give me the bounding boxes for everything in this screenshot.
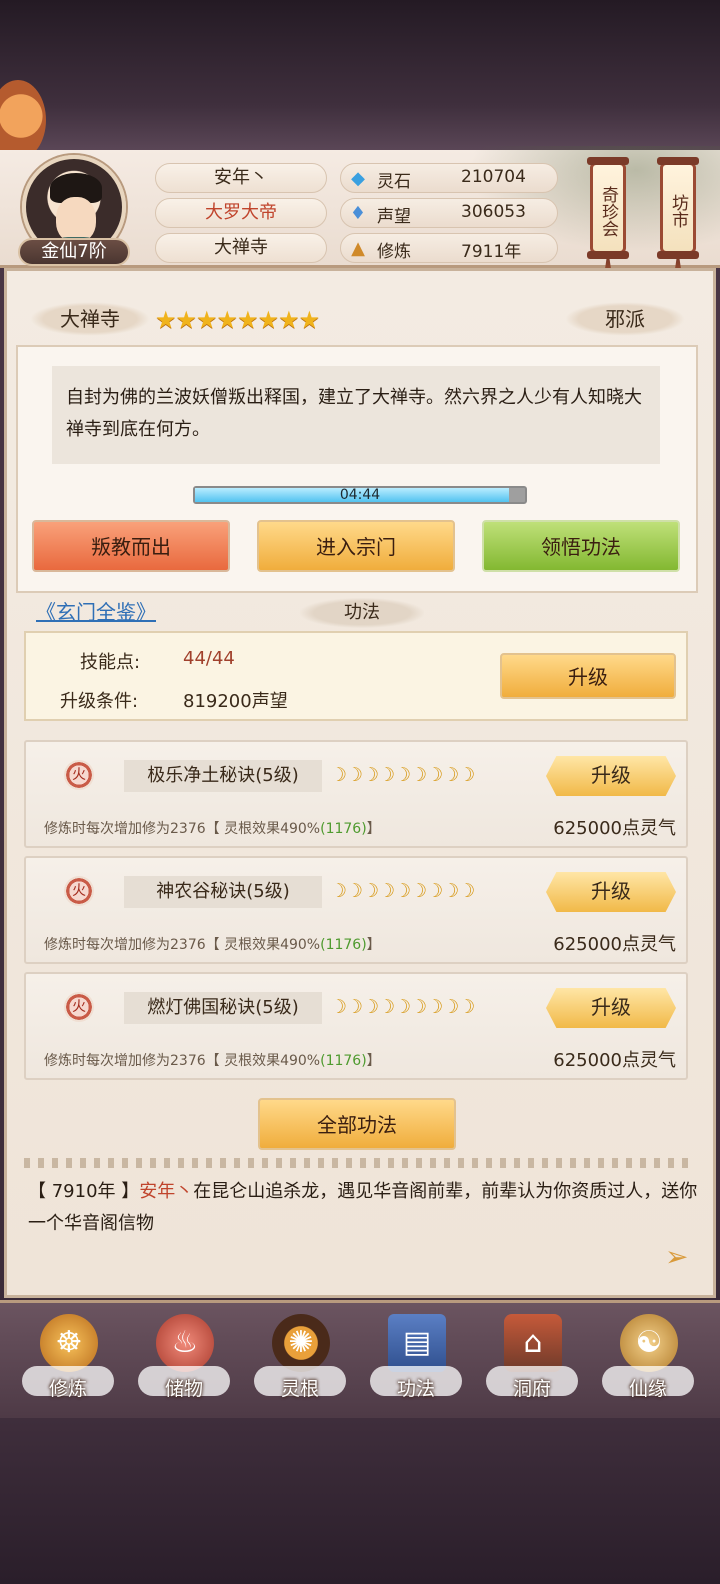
- gongfa-section-title: 功法: [300, 598, 424, 628]
- stat-fame: ♦ 声望 306053: [340, 198, 558, 228]
- technique-cost: 625000点灵气: [553, 818, 676, 839]
- nav-label: 功法: [396, 1378, 435, 1400]
- note-text: 修炼时每次增加修为2376【 灵根效果490%: [44, 821, 321, 837]
- nav-label: 灵根: [280, 1378, 319, 1400]
- stat-label: 修炼: [377, 242, 411, 262]
- log-player-name: 安年丶: [139, 1181, 194, 1202]
- fire-element-icon: 火: [64, 760, 94, 790]
- bag-icon: ♨: [156, 1314, 214, 1372]
- nav-label: 仙缘: [628, 1378, 667, 1400]
- technique-upgrade-button[interactable]: 升级: [546, 872, 676, 912]
- stat-value: 210704: [461, 167, 526, 187]
- event-log: 【 7910年 】安年丶在昆仑山追杀龙，遇见华音阁前辈，前辈认为你资质过人，送你…: [28, 1176, 700, 1240]
- nav-cave-abode[interactable]: ⌂ 洞府: [482, 1308, 582, 1416]
- nav-storage[interactable]: ♨ 储物: [134, 1308, 234, 1416]
- fame-crystal-icon: ♦: [349, 203, 367, 224]
- technique-level-moons: ☽☽☽☽☽☽☽☽☽: [330, 996, 475, 1018]
- upgrade-condition-value: 819200声望: [183, 691, 288, 712]
- nav-techniques[interactable]: ▤ 功法: [366, 1308, 466, 1416]
- xuanmen-encyclopedia-link[interactable]: 《玄门全鉴》: [36, 596, 156, 625]
- technique-level-moons: ☽☽☽☽☽☽☽☽☽: [330, 880, 475, 902]
- learn-technique-button[interactable]: 领悟功法: [482, 520, 680, 572]
- technique-upgrade-button[interactable]: 升级: [546, 988, 676, 1028]
- note-bonus: (1176): [320, 821, 367, 837]
- top-background: [0, 0, 720, 150]
- stat-label: 声望: [377, 207, 411, 227]
- fire-element-icon: 火: [64, 992, 94, 1022]
- skill-points-value: 44/44: [183, 648, 235, 669]
- book-icon: ▤: [388, 1314, 446, 1372]
- technique-effect-note: 修炼时每次增加修为2376【 灵根效果490%(1176)】: [44, 1050, 381, 1070]
- sect-alignment-tag: 邪派: [565, 302, 685, 336]
- technique-name: 极乐净土秘诀(5级): [124, 760, 322, 792]
- nav-cultivate[interactable]: ☸ 修炼: [18, 1308, 118, 1416]
- technique-effect-note: 修炼时每次增加修为2376【 灵根效果490%(1176)】: [44, 818, 381, 838]
- log-year: 【 7910年 】: [28, 1181, 140, 1202]
- bottom-background: [0, 1418, 720, 1584]
- market-button[interactable]: 坊市: [657, 157, 699, 259]
- stat-value: 306053: [461, 202, 526, 222]
- enter-sect-button[interactable]: 进入宗门: [257, 520, 455, 572]
- player-name: 安年丶: [155, 163, 327, 193]
- note-text: 修炼时每次增加修为2376【 灵根效果490%: [44, 937, 321, 953]
- sect-name-tag: 大禅寺: [30, 302, 150, 336]
- player-sect: 大禅寺: [155, 233, 327, 263]
- technique-level-moons: ☽☽☽☽☽☽☽☽☽: [330, 764, 475, 786]
- stat-cultivation: ▲ 修炼 7911年: [340, 233, 558, 263]
- treasure-fair-button[interactable]: 奇珍会: [587, 157, 629, 259]
- player-title: 大罗大帝: [155, 198, 327, 228]
- progress-timer-text: 04:44: [339, 487, 381, 503]
- cave-icon: ⌂: [504, 1314, 562, 1372]
- technique-upgrade-button[interactable]: 升级: [546, 756, 676, 796]
- technique-cost: 625000点灵气: [553, 934, 676, 955]
- sect-timer-progress: 04:44: [193, 486, 527, 504]
- sect-stars: ★★★★★★★★: [155, 306, 320, 334]
- nav-label: 储物: [164, 1378, 203, 1400]
- technique-cost: 625000点灵气: [553, 1050, 676, 1071]
- technique-card: 火 神农谷秘诀(5级) ☽☽☽☽☽☽☽☽☽ 升级 修炼时每次增加修为2376【 …: [24, 856, 688, 964]
- leave-sect-button[interactable]: 叛教而出: [32, 520, 230, 572]
- skill-points-label: 技能点:: [80, 652, 141, 673]
- spirit-stone-icon: ◆: [351, 168, 365, 189]
- rank-badge: 金仙7阶: [18, 238, 130, 266]
- upgrade-condition-label: 升级条件:: [60, 691, 139, 712]
- sect-description: 自封为佛的兰波妖僧叛出释国，建立了大禅寺。然六界之人少有人知晓大禅寺到底在何方。: [52, 366, 660, 464]
- note-end: 】: [366, 821, 381, 837]
- technique-effect-note: 修炼时每次增加修为2376【 灵根效果490%(1176)】: [44, 934, 381, 954]
- fire-element-icon: 火: [64, 876, 94, 906]
- nav-fate[interactable]: ☯ 仙缘: [598, 1308, 698, 1416]
- cultivate-icon: ▲: [351, 238, 365, 259]
- spirit-root-icon: ✺: [272, 1314, 330, 1372]
- technique-name: 神农谷秘诀(5级): [124, 876, 322, 908]
- note-bonus: (1176): [320, 1053, 367, 1069]
- ornament-divider: [24, 1158, 696, 1168]
- skill-points-upgrade-button[interactable]: 升级: [500, 653, 676, 699]
- meditate-icon: ☸: [40, 1314, 98, 1372]
- note-end: 】: [366, 1053, 381, 1069]
- log-next-arrow-icon[interactable]: ➢: [665, 1240, 695, 1276]
- nav-label: 修炼: [48, 1378, 87, 1400]
- nav-label: 洞府: [512, 1378, 551, 1400]
- stat-value: 7911年: [461, 242, 522, 262]
- note-end: 】: [366, 937, 381, 953]
- technique-card: 火 极乐净土秘诀(5级) ☽☽☽☽☽☽☽☽☽ 升级 修炼时每次增加修为2376【…: [24, 740, 688, 848]
- technique-card: 火 燃灯佛国秘诀(5级) ☽☽☽☽☽☽☽☽☽ 升级 修炼时每次增加修为2376【…: [24, 972, 688, 1080]
- stat-spirit-stone: ◆ 灵石 210704: [340, 163, 558, 193]
- note-text: 修炼时每次增加修为2376【 灵根效果490%: [44, 1053, 321, 1069]
- stat-label: 灵石: [377, 172, 411, 192]
- technique-name: 燃灯佛国秘诀(5级): [124, 992, 322, 1024]
- gourd-icon: ☯: [620, 1314, 678, 1372]
- nav-spirit-root[interactable]: ✺ 灵根: [250, 1308, 350, 1416]
- all-techniques-button[interactable]: 全部功法: [258, 1098, 456, 1150]
- note-bonus: (1176): [320, 937, 367, 953]
